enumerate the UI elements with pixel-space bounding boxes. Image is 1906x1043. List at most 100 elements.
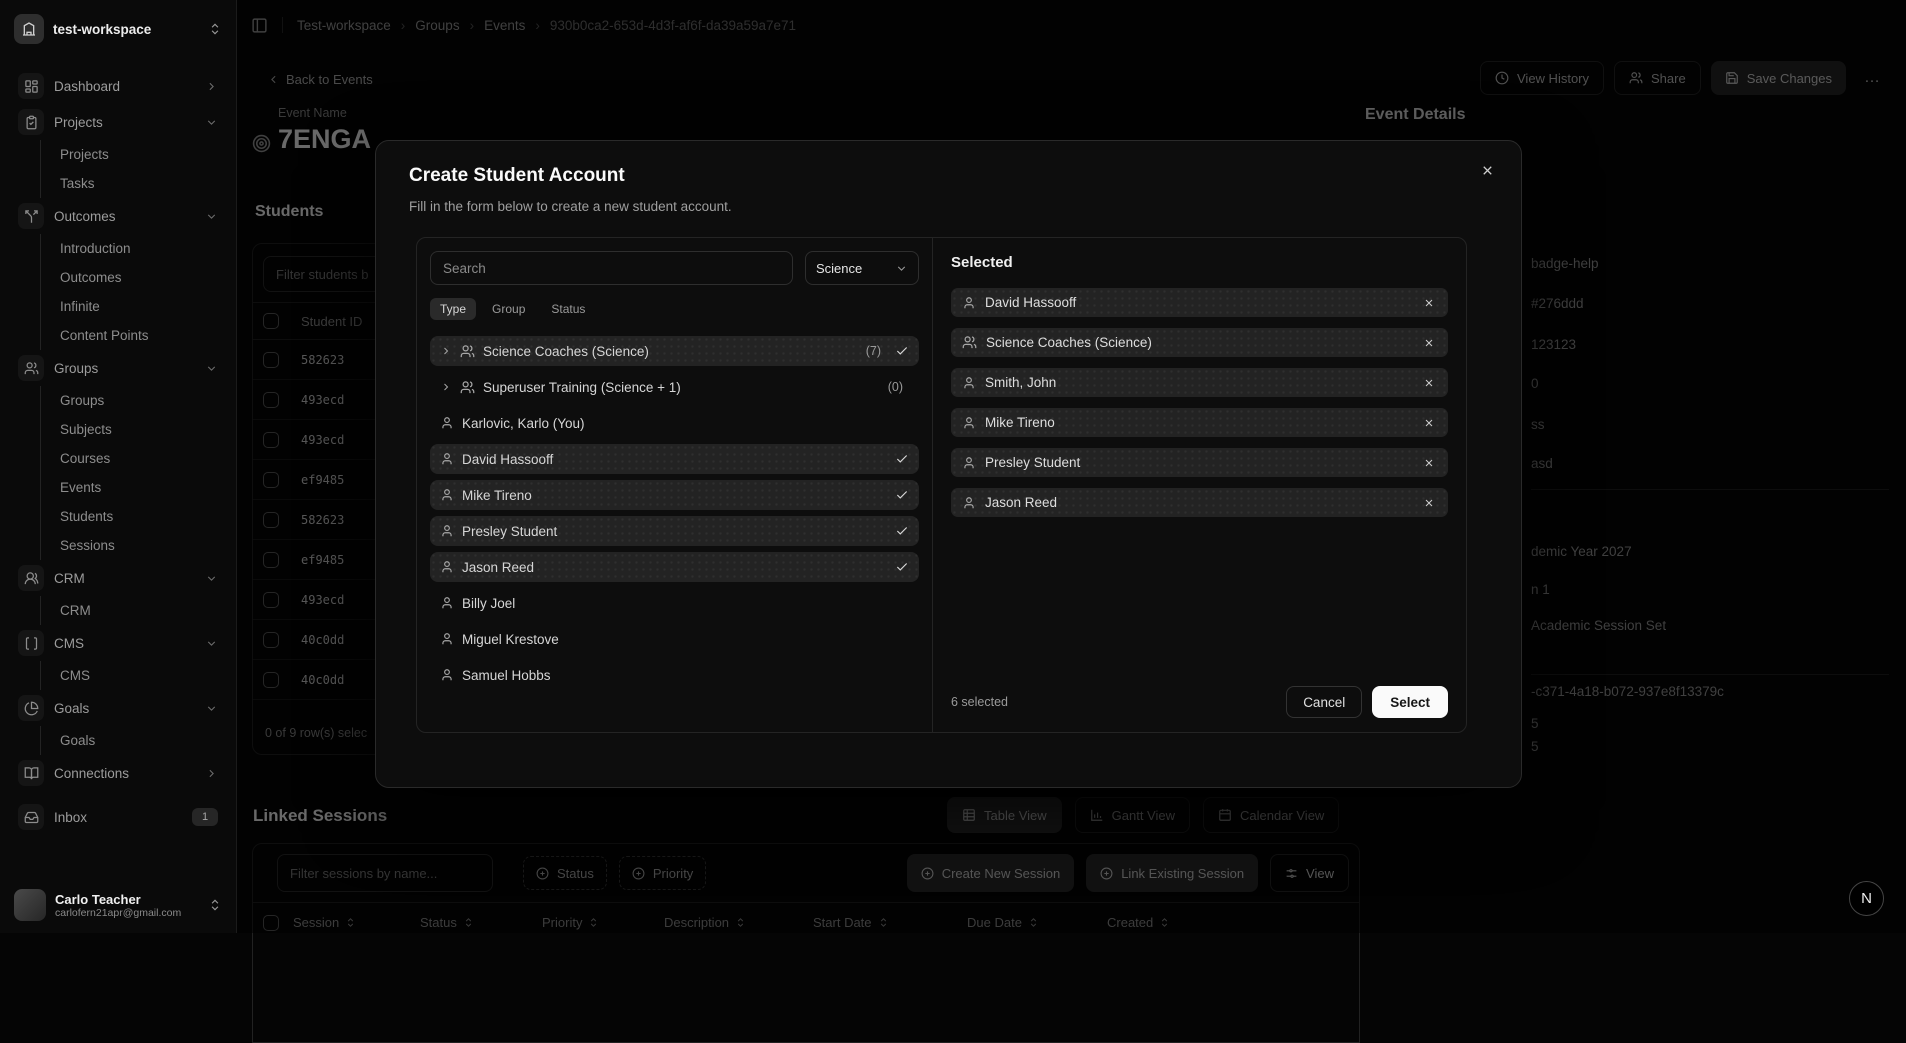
sidebar-item-crm[interactable]: CRM [10,560,226,596]
sidebar-item-groups-sub[interactable]: Groups [54,386,226,415]
person-row[interactable]: Samuel Hobbs [430,660,919,690]
workspace-switcher[interactable]: test-workspace [10,10,226,48]
sidebar-item-subjects[interactable]: Subjects [54,415,226,444]
remove-icon[interactable] [1421,335,1437,351]
dialog-title: Create Student Account [409,165,625,187]
check-icon [895,560,909,574]
group-row[interactable]: Science Coaches (Science) (7) [430,336,919,366]
picker-selected-panel: Selected David Hassooff Science Coaches … [933,238,1466,732]
check-icon [895,524,909,538]
chevron-right-icon [205,80,218,93]
chevrons-up-down-icon [208,898,222,912]
member-picker: Science Type Group Status Science Coache… [416,237,1467,733]
chevron-down-icon [205,362,218,375]
check-icon [895,488,909,502]
cancel-button[interactable]: Cancel [1286,686,1362,718]
sidebar-item-dashboard[interactable]: Dashboard [10,68,226,104]
check-icon [895,344,909,358]
person-row[interactable]: Karlovic, Karlo (You) [430,408,919,438]
projects-sub-list: Projects Tasks [40,140,226,198]
users-icon [460,344,475,359]
users-icon [18,355,44,381]
selected-count: 6 selected [951,695,1286,709]
users-round-icon [18,565,44,591]
person-row[interactable]: Jason Reed [430,552,919,582]
tab-type[interactable]: Type [430,298,476,320]
selected-list: David Hassooff Science Coaches (Science)… [951,288,1448,517]
dialog-subtitle: Fill in the form below to create a new s… [409,199,732,214]
sidebar-item-groups[interactable]: Groups [10,350,226,386]
picker-list: Science Coaches (Science) (7) Superuser … [430,336,919,690]
remove-icon[interactable] [1421,455,1437,471]
selected-chip[interactable]: Jason Reed [951,488,1448,517]
group-row[interactable]: Superuser Training (Science + 1) (0) [430,372,919,402]
dev-indicator-button[interactable]: N [1849,881,1884,916]
person-row[interactable]: Billy Joel [430,588,919,618]
person-row[interactable]: Mike Tireno [430,480,919,510]
tab-status[interactable]: Status [541,298,595,320]
chevron-down-icon [205,637,218,650]
outcomes-sub-list: Introduction Outcomes Infinite Content P… [40,234,226,350]
selected-chip[interactable]: Presley Student [951,448,1448,477]
chevron-right-icon[interactable] [440,345,452,357]
user-icon [962,416,976,430]
sidebar-item-outcomes[interactable]: Outcomes [10,198,226,234]
sidebar-item-cms[interactable]: CMS [10,625,226,661]
sidebar-item-tasks[interactable]: Tasks [54,169,226,198]
select-button[interactable]: Select [1372,686,1448,718]
sidebar-item-content-points[interactable]: Content Points [54,321,226,350]
sidebar-item-inbox[interactable]: Inbox 1 [10,799,226,835]
workspace-name: test-workspace [53,22,199,37]
close-icon[interactable] [1476,159,1499,182]
chevron-down-icon [205,572,218,585]
user-icon [440,452,454,466]
cms-sub-list: CMS [40,661,226,690]
sidebar-item-connections[interactable]: Connections [10,755,226,791]
user-icon [440,416,454,430]
user-icon [440,524,454,538]
clipboard-icon [18,109,44,135]
dashboard-icon [18,73,44,99]
user-menu[interactable]: Carlo Teacher carlofern21apr@gmail.com [10,881,226,925]
search-input[interactable] [430,251,793,285]
tab-group[interactable]: Group [482,298,535,320]
sidebar-item-events[interactable]: Events [54,473,226,502]
sidebar-item-goals[interactable]: Goals [10,690,226,726]
remove-icon[interactable] [1421,375,1437,391]
users-icon [460,380,475,395]
sidebar-item-goals-sub[interactable]: Goals [54,726,226,755]
selected-chip[interactable]: Science Coaches (Science) [951,328,1448,357]
sidebar-item-introduction[interactable]: Introduction [54,234,226,263]
sidebar-item-projects-sub[interactable]: Projects [54,140,226,169]
sidebar-item-crm-sub[interactable]: CRM [54,596,226,625]
chevron-right-icon[interactable] [440,381,452,393]
dialog-footer: 6 selected Cancel Select [951,686,1448,718]
user-icon [440,632,454,646]
sidebar-item-students[interactable]: Students [54,502,226,531]
person-row[interactable]: David Hassooff [430,444,919,474]
remove-icon[interactable] [1421,295,1437,311]
subject-select[interactable]: Science [805,251,919,285]
user-icon [440,596,454,610]
remove-icon[interactable] [1421,415,1437,431]
check-icon [895,452,909,466]
chevron-down-icon [205,116,218,129]
person-row[interactable]: Presley Student [430,516,919,546]
sidebar-item-projects[interactable]: Projects [10,104,226,140]
inbox-badge: 1 [192,808,218,826]
user-email: carlofern21apr@gmail.com [55,907,199,919]
inbox-icon [18,804,44,830]
user-icon [440,668,454,682]
person-row[interactable]: Miguel Krestove [430,624,919,654]
selected-chip[interactable]: Smith, John [951,368,1448,397]
sidebar-item-courses[interactable]: Courses [54,444,226,473]
user-icon [962,456,976,470]
sidebar-item-sessions[interactable]: Sessions [54,531,226,560]
selected-chip[interactable]: David Hassooff [951,288,1448,317]
workflow-icon [18,203,44,229]
sidebar-item-infinite[interactable]: Infinite [54,292,226,321]
sidebar-item-outcomes-sub[interactable]: Outcomes [54,263,226,292]
selected-chip[interactable]: Mike Tireno [951,408,1448,437]
sidebar-item-cms-sub[interactable]: CMS [54,661,226,690]
remove-icon[interactable] [1421,495,1437,511]
